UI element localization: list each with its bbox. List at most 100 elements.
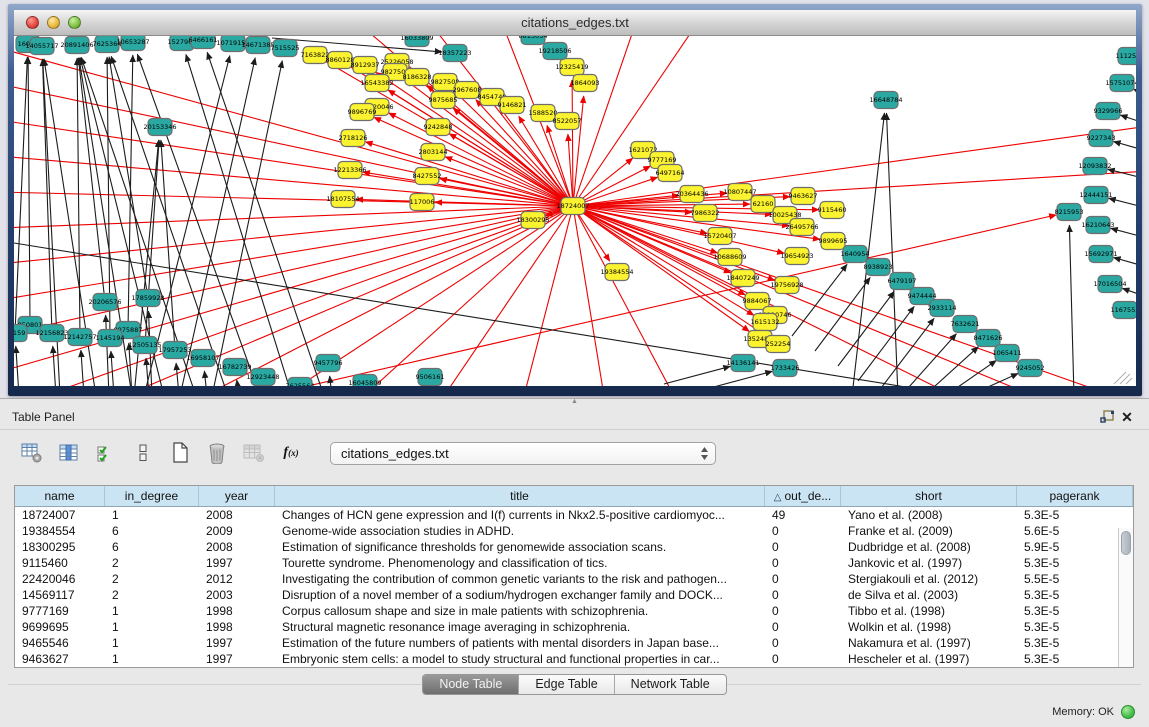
network-edge[interactable] (945, 360, 996, 386)
network-edge[interactable] (106, 315, 109, 386)
table-cell[interactable]: Disruption of a novel member of a sodium… (275, 587, 765, 603)
network-edge[interactable] (710, 371, 772, 386)
network-edge[interactable] (1114, 142, 1137, 152)
network-node[interactable]: 1145194 (96, 330, 125, 347)
network-edge[interactable] (901, 334, 956, 386)
network-node[interactable]: 1112538 (1116, 48, 1136, 65)
table-cell[interactable]: 1997 (199, 635, 275, 651)
network-node[interactable]: 17957253 (158, 342, 191, 359)
table-cell[interactable]: 9115460 (15, 555, 105, 571)
network-edge[interactable] (1111, 228, 1136, 238)
network-node[interactable]: 1864093 (571, 75, 600, 92)
table-cell[interactable]: 5.3E-5 (1017, 651, 1133, 667)
network-node[interactable]: 12505135 (128, 337, 161, 354)
network-node[interactable]: 33159 (14, 325, 27, 342)
network-edge[interactable] (14, 206, 573, 372)
network-node[interactable]: 8427552 (413, 168, 442, 185)
column-header-title[interactable]: title (275, 486, 765, 506)
table-cell[interactable]: 0 (765, 555, 841, 571)
network-node[interactable]: 14055717 (25, 38, 58, 55)
network-node[interactable]: 1167553 (1111, 302, 1136, 319)
table-cell[interactable]: 1 (105, 651, 199, 667)
table-cell[interactable]: Changes of HCN gene expression and I(f) … (275, 507, 765, 523)
table-cell[interactable]: Yano et al. (2008) (841, 507, 1017, 523)
column-header-pagerank[interactable]: pagerank (1017, 486, 1133, 506)
table-cell[interactable]: 1 (105, 619, 199, 635)
network-node[interactable]: 1733426 (771, 360, 800, 377)
table-cell[interactable]: 1 (105, 635, 199, 651)
table-cell[interactable]: 5.3E-5 (1017, 507, 1133, 523)
table-cell[interactable]: 5.3E-5 (1017, 603, 1133, 619)
network-node[interactable]: 19218506 (538, 43, 571, 60)
network-edge[interactable] (14, 206, 573, 300)
network-node[interactable]: 8215953 (1055, 204, 1084, 221)
table-cell[interactable]: 0 (765, 539, 841, 555)
network-edge[interactable] (81, 350, 84, 386)
network-edge[interactable] (664, 366, 730, 384)
table-cell[interactable]: Wolkin et al. (1998) (841, 619, 1017, 635)
network-edge[interactable] (237, 380, 239, 386)
table-cell[interactable]: 1997 (199, 651, 275, 667)
table-cell[interactable]: 5.6E-5 (1017, 523, 1133, 539)
table-cell[interactable]: 2 (105, 555, 199, 571)
network-node[interactable]: 2933114 (928, 300, 957, 317)
table-cell[interactable]: 5.3E-5 (1017, 619, 1133, 635)
network-node[interactable]: 8522057 (553, 113, 582, 130)
network-node[interactable]: 20206576 (88, 294, 121, 311)
network-edge[interactable] (145, 140, 159, 345)
table-cell[interactable]: 2009 (199, 523, 275, 539)
network-edge[interactable] (176, 363, 179, 386)
network-edge[interactable] (78, 58, 105, 302)
network-node[interactable]: 9146821 (498, 97, 527, 114)
table-cell[interactable]: 9777169 (15, 603, 105, 619)
network-edge[interactable] (1108, 169, 1136, 179)
table-cell[interactable]: 19384554 (15, 523, 105, 539)
network-node[interactable]: 9875685 (429, 92, 458, 109)
network-edge[interactable] (53, 346, 56, 386)
network-node[interactable]: 7632621 (951, 316, 980, 333)
table-row[interactable]: 969969511998Structural magnetic resonanc… (15, 619, 1133, 635)
table-cell[interactable]: 22420046 (15, 571, 105, 587)
network-node[interactable]: 16033809 (400, 36, 433, 47)
network-edge[interactable] (14, 120, 573, 206)
table-row[interactable]: 911546021997Tourette syndrome. Phenomeno… (15, 555, 1133, 571)
network-node[interactable]: 117006 (410, 194, 435, 211)
network-node[interactable]: 7986322 (691, 205, 720, 222)
network-edge[interactable] (572, 80, 573, 206)
table-cell[interactable]: 5.3E-5 (1017, 587, 1133, 603)
new-file-icon[interactable] (168, 441, 192, 465)
table-cell[interactable]: 1 (105, 603, 199, 619)
network-node[interactable]: 14671385 (241, 37, 274, 54)
network-node[interactable]: 15720407 (703, 228, 736, 245)
network-node[interactable]: 8471626 (974, 330, 1003, 347)
table-cell[interactable]: 2003 (199, 587, 275, 603)
network-node[interactable]: 7625364 (93, 36, 122, 53)
network-node[interactable]: 12923448 (246, 369, 279, 386)
network-node[interactable]: 12213366 (333, 162, 366, 179)
table-cell[interactable]: Tibbo et al. (1998) (841, 603, 1017, 619)
citation-network-graph[interactable]: 7163822886012889129372522605898275091654… (14, 36, 1136, 386)
float-panel-icon[interactable] (1097, 408, 1117, 426)
network-node[interactable]: 19756928 (770, 277, 803, 294)
table-cell[interactable]: 5.9E-5 (1017, 539, 1133, 555)
network-node[interactable]: 12156823 (35, 325, 68, 342)
network-edge[interactable] (204, 206, 573, 386)
network-node[interactable]: 2967608 (453, 82, 482, 99)
network-edge[interactable] (1134, 89, 1137, 96)
network-node[interactable]: 9506161 (416, 369, 445, 386)
scrollbar-thumb[interactable] (1121, 531, 1131, 555)
network-node[interactable]: 62160 (751, 196, 775, 213)
table-cell[interactable]: Jankovic et al. (1997) (841, 555, 1017, 571)
network-node[interactable]: 9463627 (789, 188, 818, 205)
table-cell[interactable]: Hescheler et al. (1997) (841, 651, 1017, 667)
network-edge[interactable] (878, 318, 934, 386)
clear-selection-icon[interactable] (131, 441, 155, 465)
column-header-year[interactable]: year (199, 486, 275, 506)
network-node[interactable]: 6479197 (888, 273, 917, 290)
network-edge[interactable] (1122, 288, 1136, 297)
network-canvas[interactable]: 7163822886012889129372522605898275091654… (14, 36, 1136, 386)
network-node[interactable]: 18407249 (726, 270, 759, 287)
table-cell[interactable]: 1 (105, 507, 199, 523)
network-node[interactable]: 17016504 (1093, 276, 1126, 293)
network-node[interactable]: 9245052 (1016, 360, 1045, 377)
